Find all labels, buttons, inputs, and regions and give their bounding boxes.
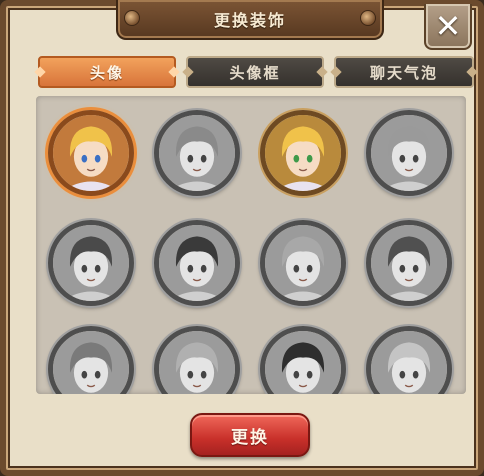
tab-corner-icon: [34, 66, 46, 78]
avatar-long-hair-woman[interactable]: [48, 220, 134, 306]
avatar-dark-hair-man[interactable]: [366, 220, 452, 306]
change-button-label: 更换: [231, 427, 269, 448]
portrait-icon: [53, 331, 129, 394]
avatar-bandana-boy[interactable]: [154, 326, 240, 394]
avatar-wavy-hair-girl[interactable]: [154, 110, 240, 196]
avatar-white-hair-boy[interactable]: [260, 220, 346, 306]
portrait-icon: [159, 331, 235, 394]
avatar-glasses-girl[interactable]: [260, 326, 346, 394]
portrait-icon: [265, 331, 341, 394]
tab-label: 头像: [89, 63, 124, 82]
change-button[interactable]: 更换: [190, 413, 310, 457]
tab-label: 头像框: [229, 63, 281, 82]
avatar-bob-hair-girl[interactable]: [48, 326, 134, 394]
tab-corner-icon: [330, 66, 342, 78]
dialog-title: 更换装饰: [213, 11, 286, 30]
portrait-icon: [53, 115, 129, 191]
tab-chat-bubble[interactable]: 聊天气泡: [330, 56, 478, 88]
rivet-icon: [124, 10, 140, 26]
tab-corner-icon: [316, 66, 328, 78]
avatar-bonnet-girl[interactable]: [366, 326, 452, 394]
tab-corner-icon: [466, 66, 478, 78]
close-icon: ✕: [434, 7, 462, 45]
change-decoration-dialog: 更换装饰 ✕ 头像 头像框 聊天气泡 更换: [0, 0, 484, 476]
avatar-light-hair-girl[interactable]: [366, 110, 452, 196]
portrait-icon: [53, 225, 129, 301]
avatar-blonde-boy-green-eyes[interactable]: [260, 110, 346, 196]
portrait-icon: [371, 225, 447, 301]
dialog-titlebar: 更换装饰: [116, 0, 384, 40]
portrait-icon: [371, 115, 447, 191]
tab-label: 聊天气泡: [369, 63, 438, 82]
avatar-grid-panel[interactable]: [36, 96, 466, 394]
portrait-icon: [265, 225, 341, 301]
portrait-icon: [265, 115, 341, 191]
portrait-icon: [159, 115, 235, 191]
decoration-tabs: 头像 头像框 聊天气泡: [34, 56, 478, 90]
tab-corner-icon: [168, 66, 180, 78]
tab-avatar-frame[interactable]: 头像框: [182, 56, 328, 88]
avatar-blonde-boy-blue-eyes[interactable]: [48, 110, 134, 196]
tab-avatar[interactable]: 头像: [34, 56, 180, 88]
avatar-hooded-boy-grin[interactable]: [154, 220, 240, 306]
close-button[interactable]: ✕: [424, 4, 472, 50]
portrait-icon: [159, 225, 235, 301]
rivet-icon: [360, 10, 376, 26]
portrait-icon: [371, 331, 447, 394]
tab-corner-icon: [182, 66, 194, 78]
